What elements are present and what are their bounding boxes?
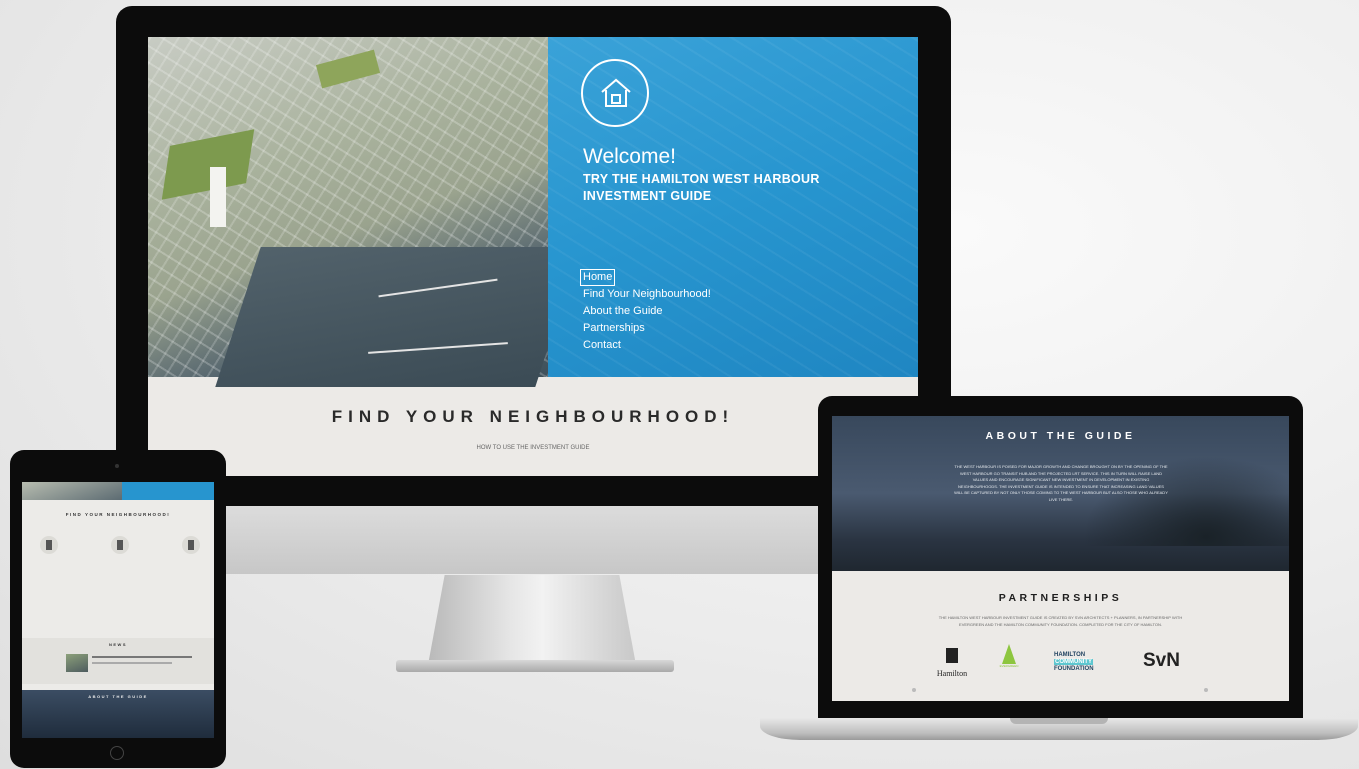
tablet-screen: FIND YOUR NEIGHBOURHOOD! NEWS ABOUT THE … [22, 482, 214, 738]
partnerships-text: THE HAMILTON WEST HARBOUR INVESTMENT GUI… [938, 615, 1183, 627]
hamilton-logo-text: Hamilton [936, 669, 968, 678]
section-title-find: FIND YOUR NEIGHBOURHOOD! [331, 407, 735, 426]
tablet-hero-image [22, 482, 122, 500]
laptop-notch [1010, 718, 1108, 724]
news-excerpt [92, 662, 172, 664]
hamilton-crest-icon [946, 648, 958, 663]
tablet-feature-icons [40, 536, 200, 554]
tablet-device: FIND YOUR NEIGHBOURHOOD! NEWS ABOUT THE … [10, 450, 226, 768]
home-button-icon[interactable] [110, 746, 124, 760]
tablet-hero-panel [122, 482, 214, 500]
harbour-water [215, 247, 581, 387]
park-area [161, 129, 255, 200]
tablet-about-title: ABOUT THE GUIDE [88, 694, 148, 699]
nav-partnerships[interactable]: Partnerships [583, 320, 645, 337]
news-headline[interactable] [92, 656, 192, 658]
aerial-city-image [148, 37, 581, 387]
hcf-logo-line3: FOUNDATION [1054, 666, 1094, 672]
house-icon[interactable] [182, 536, 200, 554]
camera-icon [115, 464, 119, 468]
evergreen-logo[interactable]: EVERGREEN [997, 644, 1021, 672]
building-icon[interactable] [111, 536, 129, 554]
carousel-prev-dot[interactable] [912, 688, 916, 692]
nav-home[interactable]: Home [580, 269, 616, 286]
about-text: THE WEST HARBOUR IS POISED FOR MAJOR GRO… [954, 464, 1168, 502]
tower-building [210, 167, 226, 227]
hcf-logo-line1: HAMILTON [1054, 652, 1086, 658]
nav-about-guide[interactable]: About the Guide [583, 303, 663, 320]
about-title: ABOUT THE GUIDE [985, 430, 1136, 442]
partnerships-title: PARTNERSHIPS [998, 592, 1123, 604]
carousel-next-dot[interactable] [1204, 688, 1208, 692]
how-to-link[interactable]: HOW TO USE THE INVESTMENT GUIDE [148, 445, 918, 451]
svn-logo[interactable]: SvN [1143, 650, 1180, 672]
laptop-device: ABOUT THE GUIDE THE WEST HARBOUR IS POIS… [818, 396, 1303, 718]
welcome-heading: Welcome! [583, 145, 676, 168]
laptop-screen: ABOUT THE GUIDE THE WEST HARBOUR IS POIS… [832, 416, 1289, 701]
tablet-section-title: FIND YOUR NEIGHBOURHOOD! [65, 512, 171, 517]
tree-icon [1002, 644, 1016, 664]
desktop-screen: Welcome! TRY THE HAMILTON WEST HARBOUR I… [148, 37, 918, 482]
hero-tagline: TRY THE HAMILTON WEST HARBOUR INVESTMENT… [583, 172, 820, 203]
park-area-small [315, 49, 381, 89]
news-thumbnail[interactable] [66, 654, 88, 672]
crane-icon[interactable] [40, 536, 58, 554]
nav-contact[interactable]: Contact [583, 337, 621, 354]
house-icon[interactable] [581, 59, 649, 127]
nav-find-neighbourhood[interactable]: Find Your Neighbourhood! [583, 286, 711, 303]
hcf-logo[interactable]: HAMILTON COMMUNITY FOUNDATION [1054, 652, 1114, 673]
tablet-news-title: NEWS [109, 642, 127, 647]
evergreen-logo-text: EVERGREEN [999, 664, 1019, 668]
monitor-stand [428, 575, 636, 665]
hcf-logo-line2: COMMUNITY [1054, 659, 1093, 665]
monitor-stand-base [396, 660, 674, 672]
main-nav: Home Find Your Neighbourhood! About the … [580, 269, 711, 354]
hamilton-logo[interactable]: Hamilton [932, 648, 972, 681]
